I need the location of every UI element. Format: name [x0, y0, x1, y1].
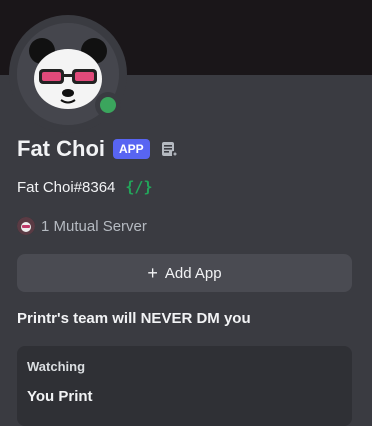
online-status-indicator: [95, 92, 121, 118]
online-status-dot: [100, 97, 116, 113]
add-app-button[interactable]: + Add App: [17, 254, 352, 292]
activity-label: Watching: [27, 359, 86, 374]
name-row: Fat Choi APP: [17, 134, 178, 164]
display-name: Fat Choi: [17, 136, 105, 161]
bio-notice: Printr's team will NEVER DM you: [17, 310, 251, 327]
mutual-servers-label: 1 Mutual Server: [41, 217, 147, 235]
add-app-label: Add App: [164, 264, 222, 282]
username[interactable]: Fat Choi#8364: [17, 179, 115, 196]
avatar-wrapper[interactable]: [9, 15, 127, 133]
activity-card: Watching You Print: [17, 346, 352, 426]
activity-name: You Print: [27, 388, 93, 405]
plus-icon: +: [147, 263, 158, 283]
note-icon[interactable]: [160, 140, 178, 158]
mutual-servers-row[interactable]: 1 Mutual Server: [17, 215, 147, 237]
username-row: Fat Choi#8364 {/}: [17, 176, 153, 198]
server-icon: [17, 217, 35, 235]
app-badge: APP: [113, 139, 150, 159]
slash-command-icon[interactable]: {/}: [125, 178, 152, 196]
